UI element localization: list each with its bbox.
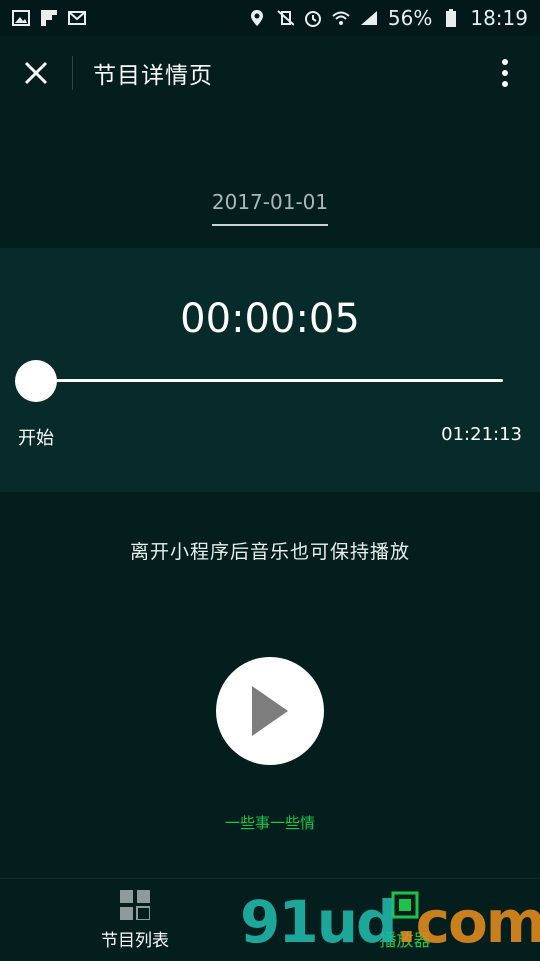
start-label: 开始: [18, 428, 54, 449]
play-icon: [252, 686, 288, 736]
gallery-icon: [12, 9, 30, 27]
alarm-icon: [304, 9, 322, 27]
clock-time: 18:19: [470, 6, 528, 30]
close-icon: [24, 61, 48, 85]
close-button[interactable]: [0, 36, 72, 110]
current-time: 00:00:05: [180, 296, 360, 342]
status-bar-right: 56% 18:19: [248, 6, 528, 30]
mail-icon: [68, 9, 86, 27]
program-name: 一些事一些情: [224, 814, 315, 832]
play-button[interactable]: [216, 657, 324, 765]
battery-icon: [442, 9, 460, 27]
grid-icon: [120, 889, 150, 920]
background-play-note: 离开小程序后音乐也可保持播放: [129, 541, 410, 563]
tab-program-list[interactable]: 节目列表: [0, 879, 270, 961]
progress-track[interactable]: [36, 379, 503, 382]
status-bar: 56% 18:19: [0, 0, 540, 36]
player-panel: 00:00:05 开始 01:21:13: [0, 248, 540, 492]
navigation-bar: 节目详情页: [0, 36, 540, 110]
duration-label: 01:21:13: [441, 424, 522, 445]
battery-percent: 56%: [387, 6, 433, 30]
watermark-dot: .com: [395, 888, 540, 956]
status-bar-left: [12, 9, 86, 27]
program-date: 2017-01-01: [211, 190, 329, 226]
watermark-main: 91ud: [240, 888, 398, 956]
tab-program-list-label: 节目列表: [101, 930, 169, 951]
watermark-logo: 91ud.com: [240, 888, 540, 956]
signal-icon: [360, 9, 378, 27]
more-button[interactable]: [490, 56, 520, 90]
location-icon: [248, 9, 266, 27]
wifi-icon: [332, 9, 350, 27]
date-section: 2017-01-01: [0, 190, 540, 226]
more-vertical-icon: [502, 59, 508, 87]
page-title: 节目详情页: [93, 63, 213, 89]
nav-divider: [72, 56, 73, 90]
progress-thumb[interactable]: [15, 360, 57, 402]
flipboard-icon: [40, 9, 58, 27]
mute-vibrate-icon: [276, 9, 294, 27]
